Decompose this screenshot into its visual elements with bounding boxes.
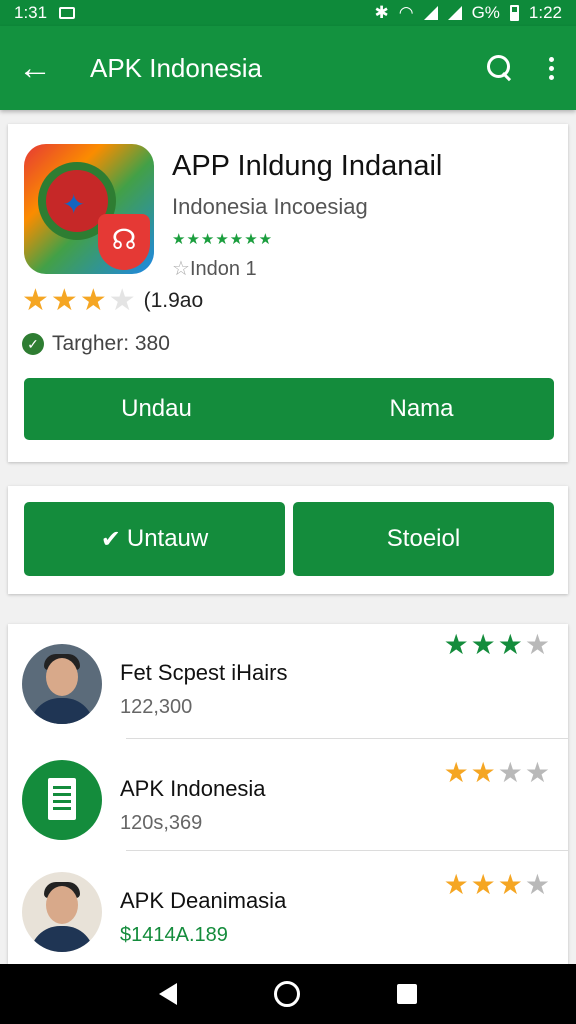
- app-detail-card: ✦ ☊ APP Inldung Indanail Indonesia Incoe…: [8, 124, 568, 462]
- rating-row: ★ ★ ★ ★ (1.9ao: [22, 286, 203, 316]
- status-time: 1:31: [14, 3, 48, 22]
- star-icon: ★: [497, 869, 525, 900]
- notification-icon: [59, 7, 76, 19]
- primary-action-button[interactable]: Undau Nama: [24, 378, 554, 440]
- star-icon: ★: [443, 869, 471, 900]
- target-row: ✓ Targher: 380: [22, 332, 170, 356]
- list-item[interactable]: APK Indonesia 120s,369 ★★★★: [8, 740, 568, 852]
- list-item-sub: 120s,369: [120, 812, 203, 834]
- list-item-name: APK Deanimasia: [120, 888, 287, 913]
- star-outline-icon: ☆: [172, 258, 190, 280]
- battery-percent: G%: [471, 3, 500, 22]
- app-list-card: Fet Scpest iHairs 122,300 ★★★★ APK Indon…: [8, 624, 568, 964]
- status-bar: 1:31 ✱ ◠ G% 1:22: [0, 0, 576, 26]
- shield-icon: ☊: [98, 214, 150, 270]
- star-empty-icon: ★: [108, 284, 136, 317]
- star-icon: ★: [443, 757, 471, 788]
- installs-label: Indon 1: [189, 258, 257, 280]
- list-item[interactable]: Fet Scpest iHairs 122,300 ★★★★: [8, 624, 568, 736]
- list-item-sub: $1414A.189: [120, 924, 228, 946]
- system-nav-bar: [0, 964, 576, 1024]
- star-icon: ★: [443, 629, 471, 660]
- more-vert-icon[interactable]: [545, 56, 558, 80]
- app-developer[interactable]: Indonesia Incoesiag: [172, 194, 368, 220]
- list-item-stars: ★★★★: [444, 628, 552, 661]
- untauw-button[interactable]: ✔ Untauw: [24, 502, 285, 576]
- installs-info: ☆Indon 1: [172, 256, 257, 281]
- document-icon: [22, 760, 102, 840]
- stoeiol-label: Stoeiol: [386, 525, 461, 552]
- status-clock: 1:22: [528, 3, 562, 22]
- star-icon: ★: [470, 869, 498, 900]
- nama-button-label[interactable]: Nama: [289, 395, 554, 423]
- verified-icon: ✓: [22, 333, 44, 355]
- untauw-label: Untauw: [126, 525, 209, 552]
- star-icon: ★: [470, 757, 498, 788]
- app-bar: ← APK Indonesia: [0, 26, 576, 110]
- button-row: ✔ Untauw Stoeiol: [24, 502, 554, 576]
- star-icon: ★: [50, 284, 78, 317]
- nav-back-icon[interactable]: [158, 983, 177, 1005]
- star-icon: ★: [470, 629, 498, 660]
- star-icon: ★: [497, 629, 525, 660]
- search-icon[interactable]: [487, 55, 513, 81]
- star-empty-icon: ★: [524, 629, 552, 660]
- stoeiol-button[interactable]: Stoeiol: [293, 502, 554, 576]
- check-icon: ✔: [100, 525, 121, 553]
- target-label: Targher: 380: [52, 332, 170, 355]
- list-item-stars: ★★★★: [444, 868, 552, 901]
- list-item-name: Fet Scpest iHairs: [120, 660, 288, 685]
- list-item-name: APK Indonesia: [120, 776, 266, 801]
- bluetooth-icon: ✱: [374, 3, 389, 22]
- star-icon: ★: [79, 284, 107, 317]
- list-item-sub: 122,300: [120, 696, 193, 718]
- list-item[interactable]: APK Deanimasia $1414A.189 ★★★★: [8, 852, 568, 964]
- undau-button-label[interactable]: Undau: [24, 395, 289, 423]
- star-icon: ★: [22, 284, 49, 317]
- app-bar-actions: [487, 55, 558, 81]
- avatar: [22, 644, 102, 724]
- nav-recents-icon[interactable]: [397, 984, 418, 1004]
- back-arrow-icon[interactable]: ←: [18, 51, 66, 85]
- star-empty-icon: ★: [497, 757, 525, 788]
- star-empty-icon: ★: [524, 757, 552, 788]
- status-icons: ✱ ◠ G% 1:22: [374, 3, 562, 23]
- page-title: APK Indonesia: [90, 52, 263, 83]
- signal-icon-2: [447, 6, 462, 20]
- avatar: [22, 872, 102, 952]
- compass-icon: ✦: [62, 189, 86, 220]
- nav-home-icon[interactable]: [273, 981, 300, 1007]
- app-title: APP Inldung Indanail: [172, 150, 443, 182]
- rating-count: (1.9ao: [143, 289, 204, 312]
- list-item-stars: ★★★★: [444, 756, 552, 789]
- battery-icon: [509, 5, 519, 21]
- star-empty-icon: ★: [524, 869, 552, 900]
- action-buttons-card: ✔ Untauw Stoeiol: [8, 486, 568, 594]
- app-icon: ✦ ☊: [24, 144, 154, 274]
- wifi-icon: ◠: [398, 3, 414, 22]
- mini-star-rating: ★★★★★★★: [172, 231, 274, 248]
- divider: [126, 850, 568, 851]
- divider: [126, 738, 568, 739]
- signal-icon: [423, 6, 438, 20]
